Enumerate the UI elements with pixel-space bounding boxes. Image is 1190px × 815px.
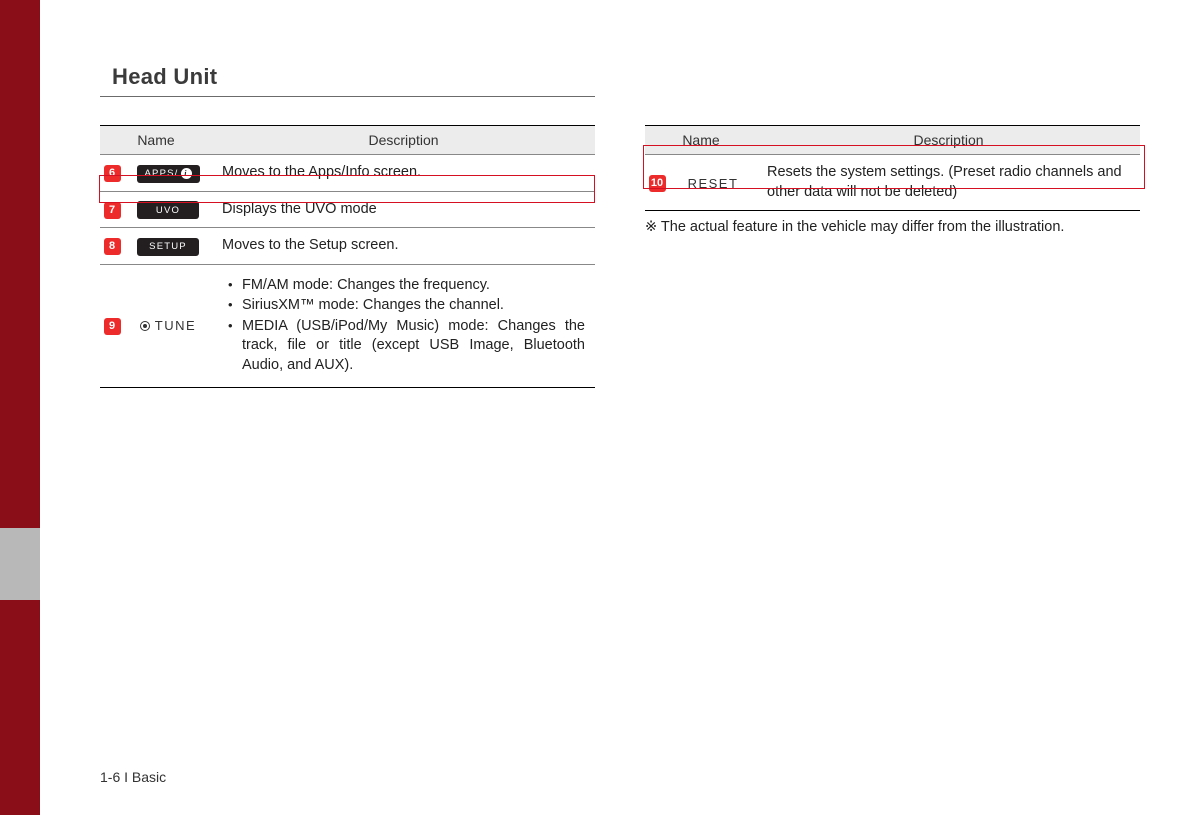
bullet-item: FM/AM mode: Changes the frequency. bbox=[228, 276, 585, 296]
row-number-badge: 9 bbox=[104, 318, 121, 335]
row-description: Moves to the Setup screen. bbox=[212, 228, 595, 265]
table-row: 9 TUNE FM/AM mode: Changes the frequency… bbox=[100, 264, 595, 387]
knob-icon bbox=[140, 321, 150, 331]
row-description: Resets the system settings. (Preset radi… bbox=[757, 155, 1140, 211]
th-name: Name bbox=[100, 126, 212, 155]
apps-button-chip: APPS/i bbox=[137, 165, 200, 183]
row-number-badge: 10 bbox=[649, 175, 666, 192]
bullet-item: MEDIA (USB/iPod/My Music) mode: Changes … bbox=[228, 317, 585, 376]
row-number-badge: 6 bbox=[104, 165, 121, 182]
page-content: Head Unit Name Description 6 APPS/i bbox=[100, 64, 1150, 388]
th-description: Description bbox=[212, 126, 595, 155]
row-number-badge: 7 bbox=[104, 202, 121, 219]
th-description: Description bbox=[757, 126, 1140, 155]
row-number-badge: 8 bbox=[104, 238, 121, 255]
footnote: ※ The actual feature in the vehicle may … bbox=[645, 219, 1140, 235]
right-column: Name Description 10 RESET Resets the sys… bbox=[645, 125, 1140, 235]
reset-label: RESET bbox=[688, 176, 739, 191]
sidebar-grey-block bbox=[0, 528, 40, 600]
setup-button-chip: SETUP bbox=[137, 238, 199, 256]
uvo-button-chip: UVO bbox=[137, 201, 199, 219]
tune-text: TUNE bbox=[155, 318, 196, 333]
left-table: Name Description 6 APPS/i Moves to the A… bbox=[100, 125, 595, 388]
row-description: Moves to the Apps/Info screen. bbox=[212, 155, 595, 192]
info-icon: i bbox=[181, 168, 192, 179]
table-row: 10 RESET Resets the system settings. (Pr… bbox=[645, 155, 1140, 211]
row-description: Displays the UVO mode bbox=[212, 191, 595, 228]
sidebar-stripe bbox=[0, 0, 40, 815]
section-title: Head Unit bbox=[100, 64, 595, 97]
table-row: 6 APPS/i Moves to the Apps/Info screen. bbox=[100, 155, 595, 192]
table-row: 8 SETUP Moves to the Setup screen. bbox=[100, 228, 595, 265]
page-footer: 1-6 I Basic bbox=[100, 769, 166, 785]
th-name: Name bbox=[645, 126, 757, 155]
table-row: 7 UVO Displays the UVO mode bbox=[100, 191, 595, 228]
right-table: Name Description 10 RESET Resets the sys… bbox=[645, 125, 1140, 211]
chip-label: APPS/ bbox=[145, 168, 179, 179]
left-column: Name Description 6 APPS/i Moves to the A… bbox=[100, 125, 595, 388]
row-description: FM/AM mode: Changes the frequency. Siriu… bbox=[212, 264, 595, 387]
bullet-item: SiriusXM™ mode: Changes the channel. bbox=[228, 296, 585, 316]
tune-knob-label: TUNE bbox=[140, 318, 196, 333]
two-column-layout: Name Description 6 APPS/i Moves to the A… bbox=[100, 125, 1150, 388]
